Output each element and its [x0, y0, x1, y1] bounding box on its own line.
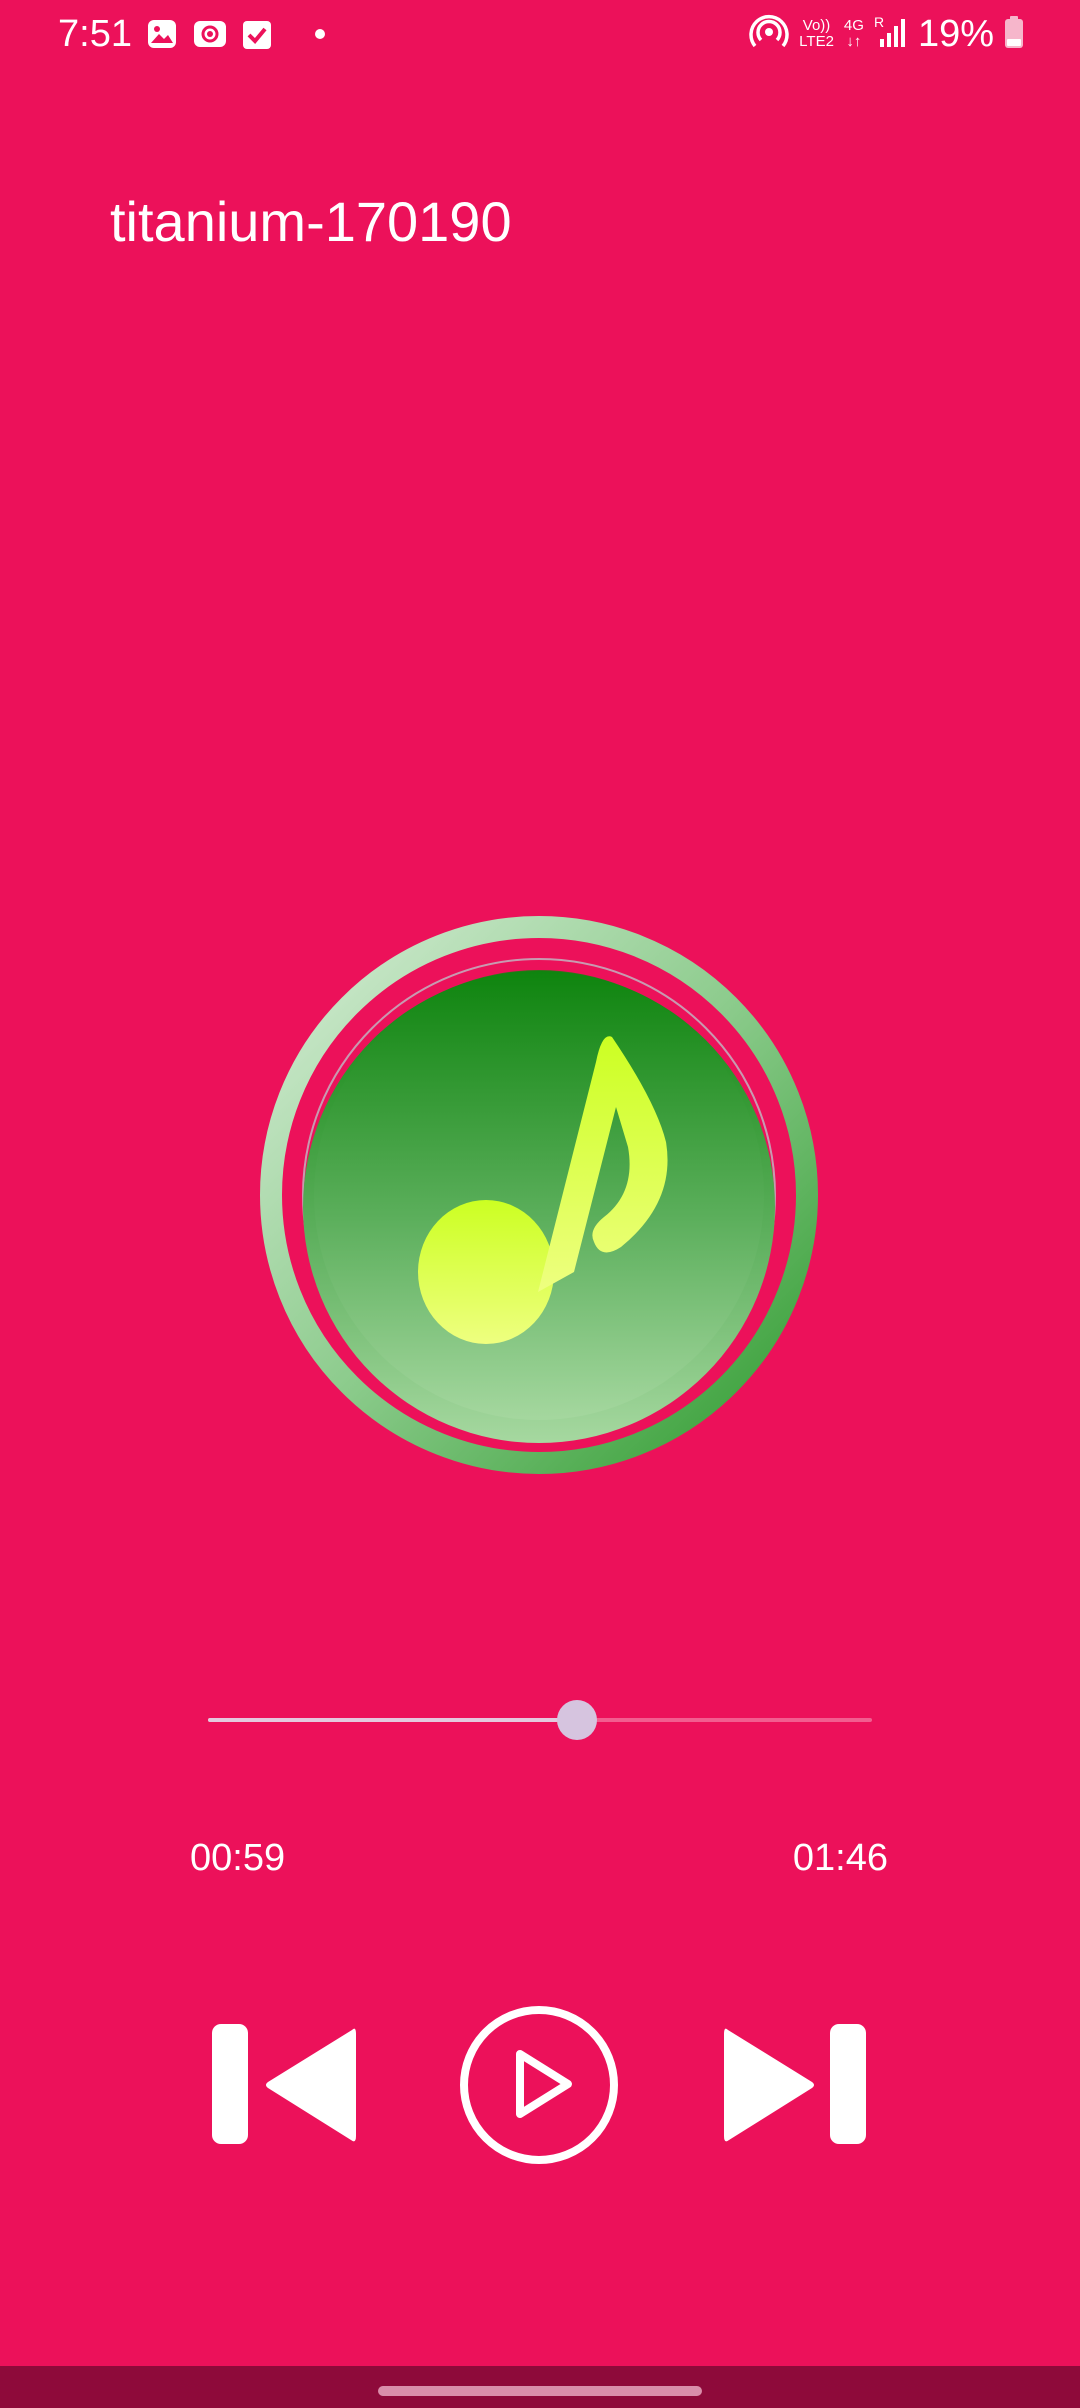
volte-line1: Vo)) — [802, 17, 831, 34]
previous-button[interactable] — [210, 2022, 360, 2148]
music-player-screen: 7:51 Vo)) LTE2 4G ↓↑ R 19% titanium-1701… — [0, 0, 1080, 2408]
navigation-bar — [0, 2366, 1080, 2408]
status-time: 7:51 — [58, 13, 132, 55]
system-status-icons: Vo)) LTE2 4G ↓↑ R 19% — [749, 12, 1024, 56]
seek-bar[interactable] — [208, 1700, 872, 1740]
battery-percent: 19% — [917, 13, 994, 55]
checkbox-icon — [242, 18, 272, 50]
play-icon — [460, 2006, 618, 2164]
hotspot-icon — [749, 14, 789, 55]
notification-icons — [146, 16, 326, 52]
seek-track[interactable] — [208, 1718, 872, 1722]
skip-next-icon — [724, 2024, 866, 2144]
gallery-icon — [146, 18, 178, 50]
status-bar: 7:51 Vo)) LTE2 4G ↓↑ R 19% — [0, 0, 1080, 70]
home-gesture-handle[interactable] — [378, 2386, 702, 2396]
album-artwork — [256, 912, 822, 1478]
play-button[interactable] — [458, 2004, 620, 2166]
4g-data-icon: 4G ↓↑ — [844, 18, 864, 50]
signal-label: R — [874, 15, 884, 30]
data-arrows: ↓↑ — [846, 33, 862, 50]
seek-progress — [208, 1718, 577, 1722]
seek-thumb[interactable] — [557, 1700, 597, 1740]
volte-line2: LTE2 — [799, 33, 834, 50]
total-time: 01:46 — [792, 1837, 888, 1879]
volte-icon: Vo)) LTE2 — [799, 18, 834, 50]
signal-icon: R — [874, 14, 908, 54]
next-button[interactable] — [720, 2022, 870, 2148]
network-label: 4G — [843, 17, 864, 34]
track-title: titanium-170190 — [110, 190, 512, 253]
screen-record-icon — [192, 18, 228, 50]
dot-icon — [314, 28, 326, 40]
battery-icon — [1004, 15, 1024, 54]
skip-previous-icon — [212, 2024, 356, 2144]
current-time: 00:59 — [190, 1837, 286, 1879]
